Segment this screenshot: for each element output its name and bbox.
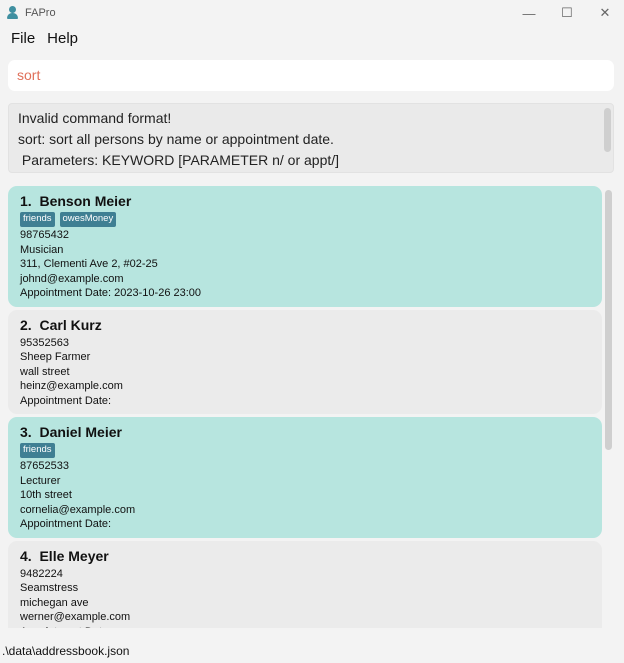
tag: owesMoney [59,212,117,227]
maximize-button[interactable]: ☐ [548,0,586,26]
person-card[interactable]: 2. Carl Kurz 95352563 Sheep Farmer wall str… [8,309,602,414]
person-phone: 9482224 [20,567,63,580]
person-appointment: Appointment Date: [20,518,112,530]
tag: friends [20,212,55,227]
person-email: johnd@example.com [20,272,124,285]
person-name-text: Benson Meier [39,193,132,209]
person-phone: 87652533 [20,460,69,472]
result-display: Invalid command format! sort: sort all p… [8,103,614,173]
menu-file[interactable]: File [5,28,41,52]
person-index: 4. [20,547,32,564]
person-phone: 98765432 [20,229,69,241]
person-email: heinz@example.com [20,380,123,392]
person-name: 2. Carl Kurz [20,316,590,336]
minimize-button[interactable]: — [510,0,548,26]
person-appointment: Appointment Date: 2023-10-26 23:00 [20,287,202,299]
status-bar-path: .\data\addressbook.json [2,644,130,658]
person-card[interactable]: 3. Daniel Meier friends 87652533 Lecturer 10… [8,417,602,538]
person-occupation: Seamstress [20,582,79,594]
person-phone: 95352563 [20,336,69,349]
window-title: FAPro [25,7,56,19]
person-name: 1. Benson Meier [20,192,590,212]
person-name-text: Elle Meyer [39,547,109,564]
person-index: 2. [20,316,32,333]
person-email: cornelia@example.com [20,503,136,516]
person-occupation: Musician [20,243,64,256]
person-occupation: Lecturer [20,474,61,487]
person-appointment: Appointment Date: [20,394,112,407]
tag-list: friends owesMoney [20,212,590,227]
person-appointment: Appointment Date: [20,625,590,629]
title-bar: FAPro — ☐ ✕ [0,0,624,26]
command-input[interactable]: sort [8,60,614,91]
person-card[interactable]: 4. Elle Meyer 9482224 Seamstress michegan a… [8,540,602,629]
person-name-text: Daniel Meier [39,424,122,440]
person-address: 10th street [20,489,72,501]
close-button[interactable]: ✕ [586,0,624,26]
person-address: wall street [20,365,70,378]
app-logo-icon [6,6,20,20]
menu-help[interactable]: Help [41,28,84,52]
person-occupation: Sheep Farmer [20,351,91,363]
person-list-scrollbar[interactable] [605,190,612,450]
tag-list: friends [20,443,590,458]
person-address: 311, Clementi Ave 2, #02-25 [20,258,158,270]
person-index: 3. [20,424,32,440]
menu-bar: File Help [0,28,84,52]
person-card[interactable]: 1. Benson Meier friends owesMoney 98765432 M… [8,186,602,307]
person-name: 4. Elle Meyer [20,547,590,567]
person-list: 1. Benson Meier friends owesMoney 98765432 M… [8,186,602,628]
person-address: michegan ave [20,596,89,609]
result-scrollbar[interactable] [604,108,611,152]
person-index: 1. [20,193,32,209]
person-name: 3. Daniel Meier [20,423,590,443]
person-email: werner@example.com [20,611,131,623]
tag: friends [20,443,55,458]
person-name-text: Carl Kurz [39,316,102,333]
